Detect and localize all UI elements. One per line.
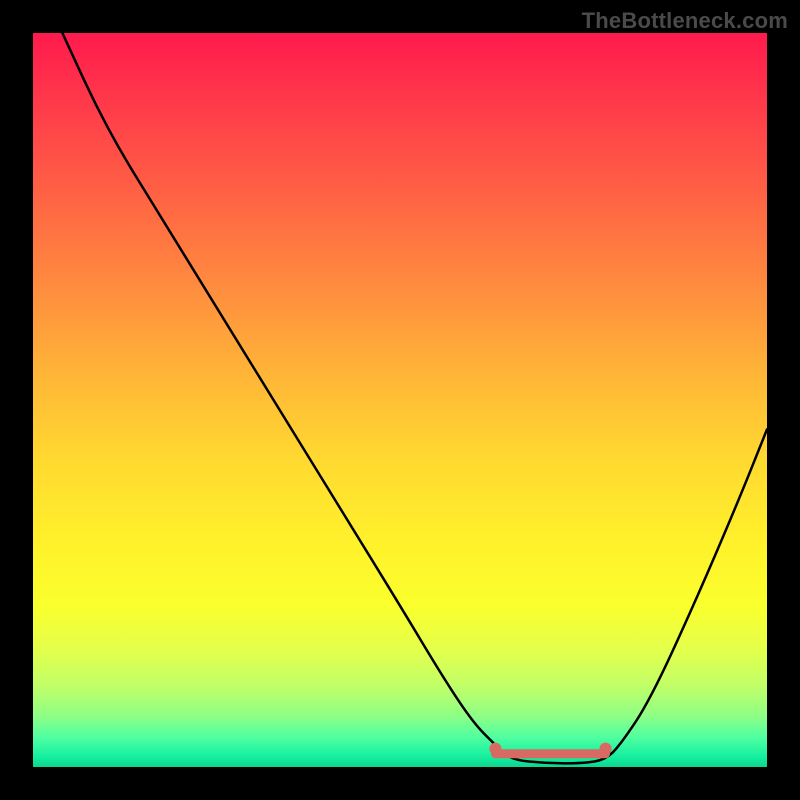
marker-left <box>489 743 501 755</box>
curves-svg <box>33 33 767 767</box>
watermark-text: TheBottleneck.com <box>582 8 788 34</box>
bottleneck-curve <box>62 33 767 763</box>
marker-right <box>600 743 612 755</box>
plot-area <box>33 33 767 767</box>
chart-frame: TheBottleneck.com <box>0 0 800 800</box>
